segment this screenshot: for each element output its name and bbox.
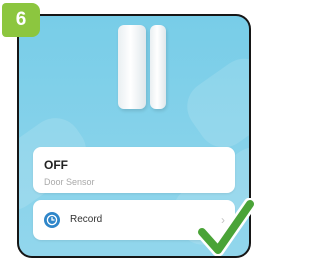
sensor-magnet: [150, 25, 166, 109]
step-number: 6: [15, 9, 27, 30]
record-label: Record: [70, 214, 103, 225]
sensor-body: [118, 25, 146, 109]
device-status-card: OFF Door Sensor: [33, 147, 235, 193]
device-type-label: Door Sensor: [44, 177, 95, 187]
clock-icon: [44, 212, 60, 228]
device-status: OFF: [44, 158, 68, 172]
background-shape: [177, 48, 249, 158]
checkmark-icon: [198, 198, 254, 256]
door-window-sensor-icon: [118, 25, 168, 109]
instruction-stage: 6 OFF Door Sensor Record ›: [0, 0, 255, 259]
step-number-badge: 6: [2, 3, 40, 37]
